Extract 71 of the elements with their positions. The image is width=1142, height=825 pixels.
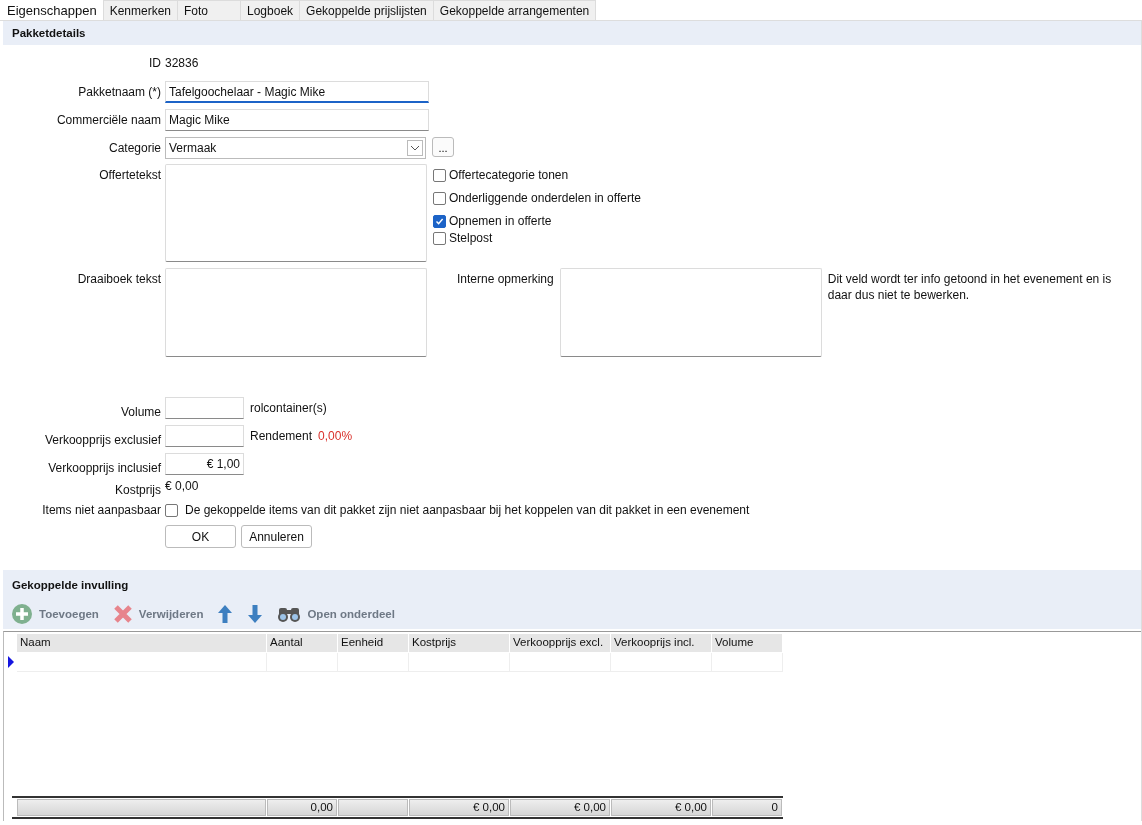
- chevron-down-icon: [407, 140, 423, 156]
- field-label: Interne opmerking: [457, 271, 554, 286]
- up-arrow-icon[interactable]: [217, 604, 234, 624]
- field-label: Draaiboek tekst: [76, 271, 161, 286]
- section-header: Pakketdetails: [3, 21, 1141, 45]
- row-indicator-icon: [8, 656, 14, 668]
- option-label: De gekoppelde items van dit pakket zijn niet aanpasbaar bij het koppelen van dit pakket in een evenement: [185, 503, 750, 517]
- tab[interactable]: Gekoppelde prijslijsten: [299, 0, 434, 20]
- volume-field[interactable]: [165, 397, 244, 419]
- column-header: Verkoopprijs excl.: [510, 634, 611, 652]
- field-label: Verkoopprijs exclusief: [43, 432, 161, 447]
- column-header: Eenheid: [338, 634, 409, 652]
- field-label: Verkoopprijs inclusief: [47, 460, 161, 475]
- cost-value: € 0,00: [165, 478, 200, 493]
- plus-circle-icon: [11, 603, 33, 625]
- field-label: ID: [148, 55, 161, 70]
- browse-button[interactable]: ...: [432, 137, 454, 157]
- tab[interactable]: Gekoppelde arrangementen: [432, 0, 597, 20]
- toolbar-button[interactable]: Toevoegen: [11, 603, 99, 625]
- section-header: Gekoppelde invulling: [3, 570, 1141, 599]
- option-label: Stelpost: [449, 231, 493, 245]
- field-label: Offertetekst: [98, 167, 161, 182]
- field-label: Pakketnaam (*): [77, 84, 161, 99]
- option-label: Opnemen in offerte: [449, 214, 552, 228]
- checkbox[interactable]: [433, 214, 446, 228]
- checkbox[interactable]: [433, 168, 446, 182]
- tab[interactable]: Foto: [177, 0, 241, 20]
- total-cell: 0,00: [267, 799, 337, 816]
- option-label: Offertecategorie tonen: [449, 168, 569, 182]
- field-label: Kostprijs: [114, 482, 161, 497]
- yield-value: 0,00%: [318, 428, 353, 443]
- column-header: Aantal: [267, 634, 338, 652]
- total-cell: € 0,00: [510, 799, 610, 816]
- field-label: Volume: [119, 404, 161, 419]
- table-cell: [267, 653, 338, 672]
- price-incl-field[interactable]: € 1,00: [165, 453, 244, 475]
- total-cell: 0: [712, 799, 782, 816]
- tab[interactable]: Kenmerken: [102, 0, 178, 20]
- dialog-button[interactable]: Annuleren: [241, 525, 312, 548]
- checkbox[interactable]: [165, 503, 178, 517]
- option-label: Onderliggende onderdelen in offerte: [449, 191, 641, 205]
- table-cell: [712, 653, 783, 672]
- column-header: Verkooprijs incl.: [611, 634, 712, 652]
- yield-label: Rendement: [250, 428, 313, 443]
- field-label: Categorie: [107, 140, 161, 155]
- id-value: 32836: [165, 55, 200, 70]
- column-header: Volume: [712, 634, 783, 652]
- unit-label: rolcontainer(s): [250, 400, 327, 415]
- total-cell: [338, 799, 408, 816]
- check-icon: [435, 216, 444, 226]
- column-header: Naam: [17, 634, 267, 652]
- info-text: Dit veld wordt ter info getoond in het evenement en is daar dus niet te bewerken.: [827, 271, 1113, 303]
- delete-x-icon: [112, 604, 133, 624]
- down-arrow-icon[interactable]: [247, 604, 264, 624]
- category-dropdown[interactable]: Vermaak: [165, 137, 426, 159]
- total-cell: € 0,00: [611, 799, 711, 816]
- total-cell: € 0,00: [409, 799, 509, 816]
- price-excl-field[interactable]: [165, 425, 244, 447]
- table-cell: [338, 653, 409, 672]
- field-label: Commerciële naam: [55, 112, 161, 127]
- binoculars-icon: [277, 605, 302, 623]
- column-header: Kostprijs: [409, 634, 510, 652]
- package-name-field[interactable]: Tafelgoochelaar - Magic Mike: [165, 81, 429, 103]
- field-label: Items niet aanpasbaar: [41, 502, 161, 517]
- commercial-name-field[interactable]: Magic Mike: [165, 109, 429, 131]
- dialog-button[interactable]: OK: [165, 525, 236, 548]
- checkbox[interactable]: [433, 191, 446, 205]
- toolbar-button[interactable]: Verwijderen: [112, 604, 204, 624]
- checkbox[interactable]: [433, 231, 446, 245]
- tab[interactable]: Logboek: [240, 0, 301, 20]
- toolbar-button[interactable]: Open onderdeel: [277, 605, 395, 623]
